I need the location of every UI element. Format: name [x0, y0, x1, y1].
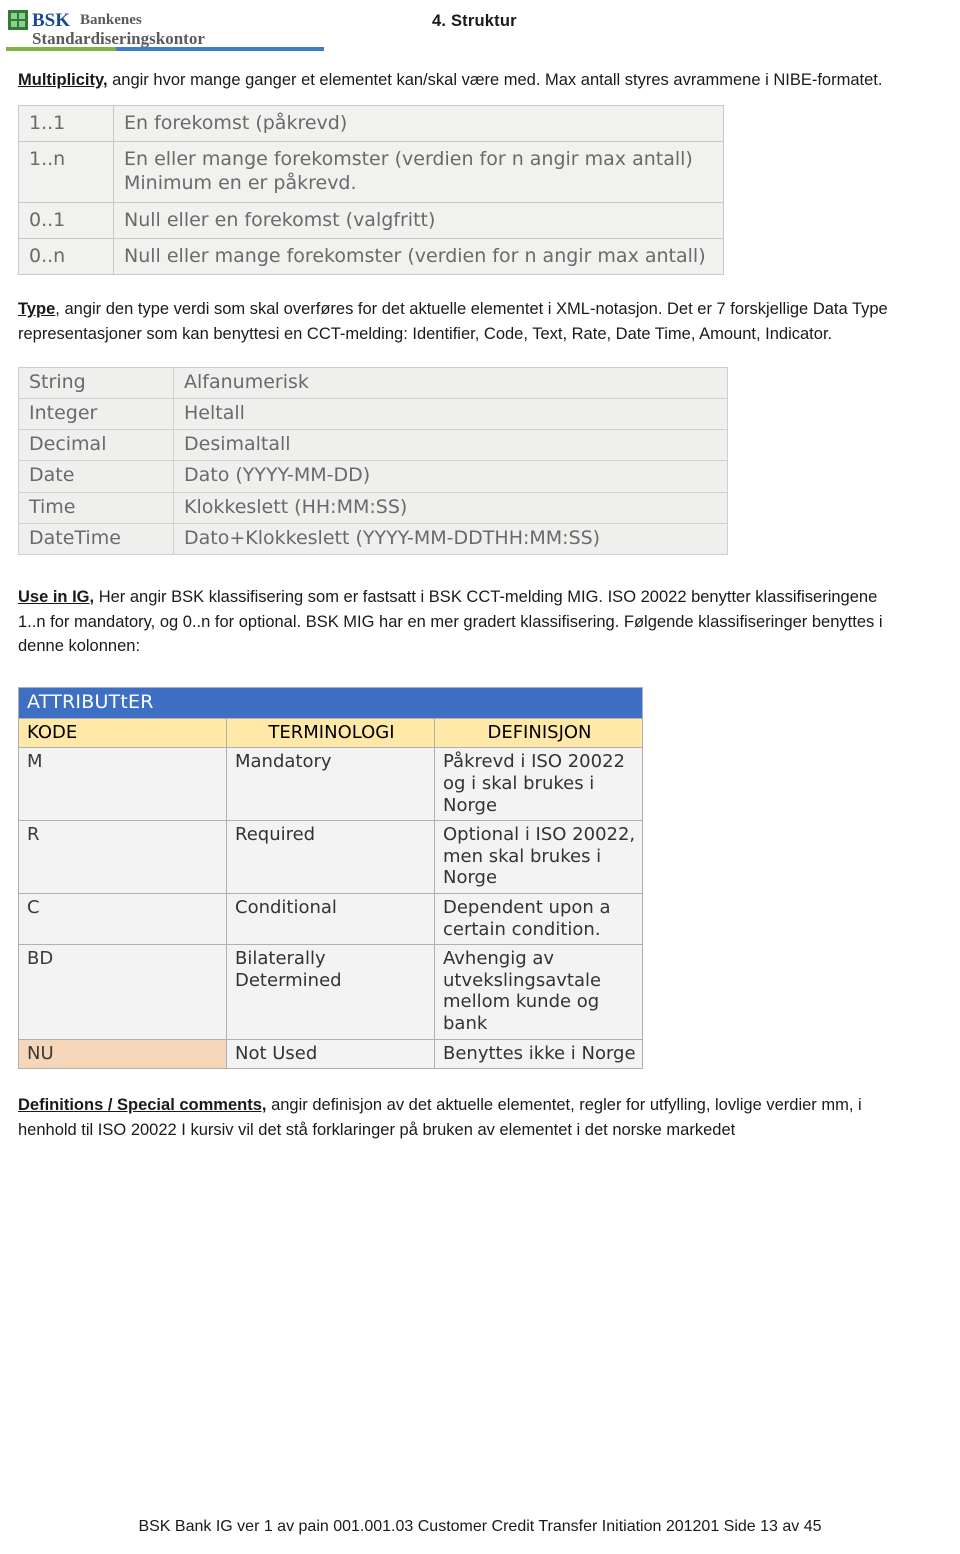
table-row: DateTime Dato+Klokkeslett (YYYY-MM-DDTHH…	[18, 522, 728, 555]
multiplicity-table: 1..1 En forekomst (påkrevd) 1..n En elle…	[18, 104, 724, 276]
page-content: Multiplicity, angir hvor mange ganger et…	[0, 68, 960, 1143]
table-row: 1..1 En forekomst (påkrevd)	[18, 104, 724, 143]
attr-terminologi: Not Used	[226, 1038, 435, 1070]
svg-text:Bankenes: Bankenes	[80, 12, 142, 28]
datatypes-table: String Alfanumerisk Integer Heltall Deci…	[18, 366, 728, 555]
table-row: R Required Optional i ISO 20022, men ska…	[18, 820, 643, 895]
multiplicity-desc: En eller mange forekomster (verdien for …	[113, 141, 724, 203]
attr-definisjon: Benyttes ikke i Norge	[434, 1038, 643, 1070]
attr-terminologi: Mandatory	[226, 747, 435, 822]
paragraph-use-in-ig: Use in IG, Her angir BSK klassifisering …	[18, 585, 904, 659]
label-definitions: Definitions / Special comments,	[18, 1096, 267, 1115]
text-multiplicity: angir hvor mange ganger et elementet kan…	[107, 71, 883, 89]
multiplicity-desc: Null eller en forekomst (valgfritt)	[113, 201, 724, 240]
attr-terminologi: Bilaterally Determined	[226, 944, 435, 1040]
column-header-definisjon: DEFINISJON	[434, 717, 643, 749]
attributes-title-row: ATTRIBUTtER	[18, 687, 643, 719]
attr-definisjon: Avhengig av utvekslingsavtale mellom kun…	[434, 944, 643, 1040]
table-row: Decimal Desimaltall	[18, 429, 728, 462]
multiplicity-code: 0..1	[18, 201, 114, 240]
figure-multiplicity-table: 1..1 En forekomst (påkrevd) 1..n En elle…	[18, 104, 904, 276]
svg-text:Standardiseringskontor: Standardiseringskontor	[32, 29, 205, 48]
table-row: BD Bilaterally Determined Avhengig av ut…	[18, 944, 643, 1040]
datatype-desc: Klokkeslett (HH:MM:SS)	[173, 491, 728, 524]
column-header-kode: KODE	[18, 717, 227, 749]
label-multiplicity: Multiplicity,	[18, 71, 108, 89]
attr-kode: M	[18, 747, 227, 822]
multiplicity-desc: En forekomst (påkrevd)	[113, 104, 724, 143]
page-footer: BSK Bank IG ver 1 av pain 001.001.03 Cus…	[138, 1518, 822, 1535]
label-use-in-ig: Use in IG,	[18, 587, 95, 606]
table-row: 0..n Null eller mange forekomster (verdi…	[18, 237, 724, 276]
table-row: Time Klokkeslett (HH:MM:SS)	[18, 491, 728, 524]
chapter-title: 4. Struktur	[432, 12, 517, 30]
label-type: Type	[18, 300, 56, 319]
datatype-desc: Desimaltall	[173, 429, 728, 462]
table-row: M Mandatory Påkrevd i ISO 20022 og i ska…	[18, 747, 643, 822]
attr-definisjon: Dependent upon a certain condition.	[434, 893, 643, 946]
table-row: 0..1 Null eller en forekomst (valgfritt)	[18, 201, 724, 240]
datatype-desc: Alfanumerisk	[173, 366, 728, 399]
datatype-name: DateTime	[18, 522, 174, 555]
table-row: 1..n En eller mange forekomster (verdien…	[18, 141, 724, 203]
figure-attributes-table: ATTRIBUTtER KODE TERMINOLOGI DEFINISJON …	[18, 687, 904, 1070]
multiplicity-desc: Null eller mange forekomster (verdien fo…	[113, 237, 724, 276]
datatype-desc: Heltall	[173, 397, 728, 431]
multiplicity-code: 0..n	[18, 237, 114, 276]
attr-kode: C	[18, 893, 227, 946]
attr-kode: BD	[18, 944, 227, 1040]
document-page: BSK Bankenes Standardiseringskontor 4. S…	[0, 0, 960, 1554]
attributes-table: ATTRIBUTtER KODE TERMINOLOGI DEFINISJON …	[18, 687, 643, 1070]
datatype-name: Date	[18, 460, 174, 493]
datatype-desc: Dato+Klokkeslett (YYYY-MM-DDTHH:MM:SS)	[173, 522, 728, 555]
datatype-desc: Dato (YYYY-MM-DD)	[173, 460, 728, 493]
datatype-name: Decimal	[18, 429, 174, 462]
attributes-header-row: KODE TERMINOLOGI DEFINISJON	[18, 717, 643, 749]
datatype-name: String	[18, 366, 174, 399]
table-row: NU Not Used Benyttes ikke i Norge	[18, 1038, 643, 1070]
datatype-name: Integer	[18, 397, 174, 431]
multiplicity-code: 1..n	[18, 141, 114, 203]
page-header: BSK Bankenes Standardiseringskontor 4. S…	[0, 0, 960, 58]
attr-kode: R	[18, 820, 227, 895]
text-use-in-ig: Her angir BSK klassifisering som er fast…	[18, 587, 883, 656]
multiplicity-code: 1..1	[18, 104, 114, 143]
paragraph-definitions: Definitions / Special comments, angir de…	[18, 1093, 904, 1143]
paragraph-multiplicity: Multiplicity, angir hvor mange ganger et…	[18, 68, 904, 93]
bsk-logo: BSK Bankenes Standardiseringskontor	[6, 6, 324, 52]
attributes-title: ATTRIBUTtER	[18, 687, 643, 719]
paragraph-type: Type, angir den type verdi som skal over…	[18, 297, 904, 347]
attr-kode: NU	[18, 1038, 227, 1070]
attr-definisjon: Påkrevd i ISO 20022 og i skal brukes i N…	[434, 747, 643, 822]
datatype-name: Time	[18, 491, 174, 524]
text-type: , angir den type verdi som skal overføre…	[18, 300, 888, 344]
table-row: C Conditional Dependent upon a certain c…	[18, 893, 643, 946]
attr-definisjon: Optional i ISO 20022, men skal brukes i …	[434, 820, 643, 895]
attr-terminologi: Conditional	[226, 893, 435, 946]
attr-terminologi: Required	[226, 820, 435, 895]
figure-datatypes-table: String Alfanumerisk Integer Heltall Deci…	[18, 366, 904, 555]
table-row: Date Dato (YYYY-MM-DD)	[18, 460, 728, 493]
svg-text:BSK: BSK	[32, 10, 70, 31]
table-row: Integer Heltall	[18, 397, 728, 431]
column-header-terminologi: TERMINOLOGI	[226, 717, 435, 749]
table-row: String Alfanumerisk	[18, 366, 728, 399]
